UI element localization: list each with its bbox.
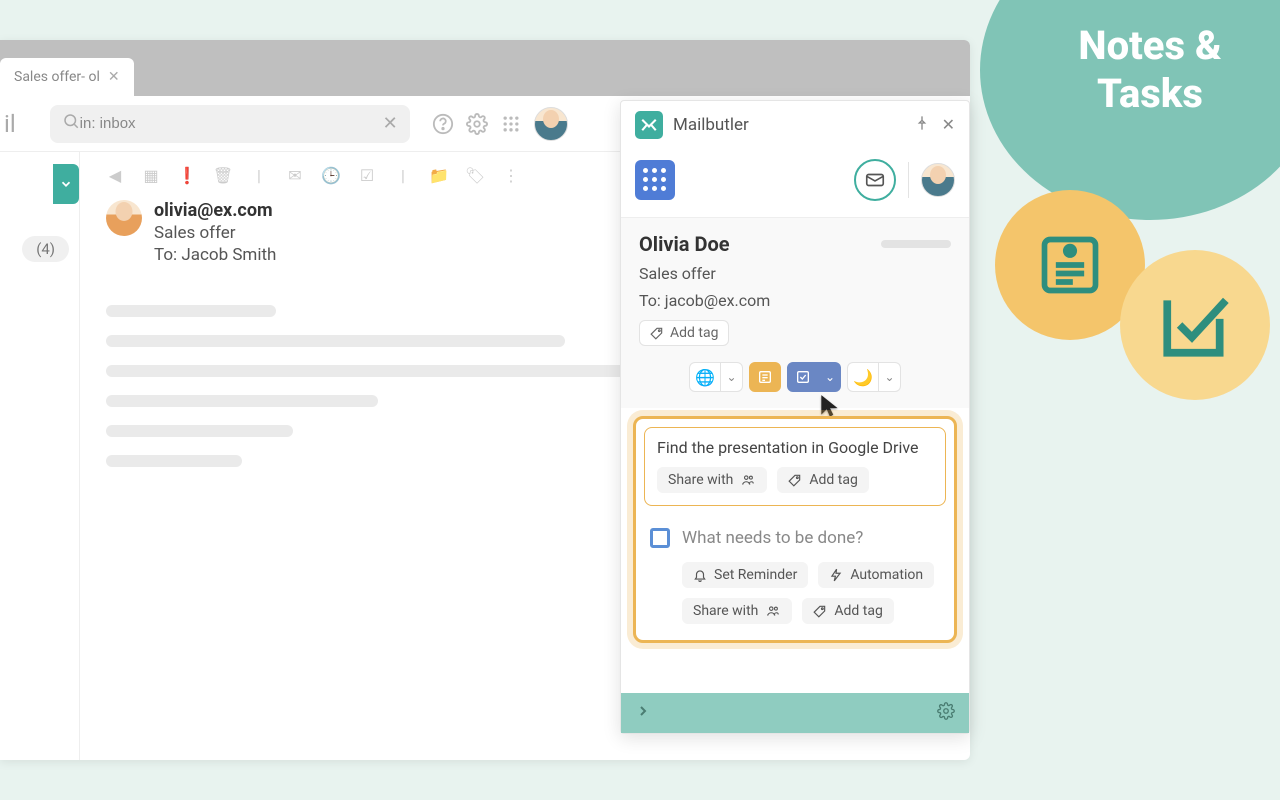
promo-task-icon-blob bbox=[1120, 250, 1270, 400]
search-input[interactable] bbox=[80, 115, 383, 132]
back-icon[interactable]: ◀ bbox=[106, 166, 124, 184]
panel-footer bbox=[621, 693, 969, 733]
compose-mail-icon[interactable] bbox=[854, 159, 896, 201]
task-checkbox[interactable] bbox=[650, 528, 670, 548]
promo-line1: Notes & bbox=[1078, 22, 1221, 70]
notes-action[interactable] bbox=[749, 362, 781, 392]
tab-bar: Sales offer- ol ✕ bbox=[0, 40, 970, 96]
delete-icon[interactable]: 🗑 bbox=[214, 166, 232, 184]
sender-avatar bbox=[106, 200, 142, 236]
mailbutler-panel: Mailbutler ✕ Olivia Doe Sales offer To: … bbox=[620, 100, 970, 734]
mailbutler-logo bbox=[635, 111, 663, 139]
task-box: What needs to be done? Set Reminder Auto… bbox=[636, 514, 954, 640]
pin-icon[interactable] bbox=[914, 115, 930, 135]
divider: | bbox=[394, 166, 412, 184]
automation-button[interactable]: Automation bbox=[818, 562, 934, 588]
action-row: 🌐⌄ ⌄ 🌙⌄ bbox=[639, 362, 951, 392]
tasks-action[interactable] bbox=[787, 362, 819, 392]
apps-grid-icon[interactable] bbox=[500, 113, 522, 135]
tab-title: Sales offer- ol bbox=[14, 69, 100, 85]
snooze-dropdown[interactable]: ⌄ bbox=[879, 362, 901, 392]
close-tab-icon[interactable]: ✕ bbox=[108, 69, 120, 85]
tracking-action[interactable]: 🌐 bbox=[689, 362, 721, 392]
more-icon[interactable]: ⋮ bbox=[502, 166, 520, 184]
notes-tasks-card: Find the presentation in Google Drive Sh… bbox=[633, 416, 957, 643]
note-add-tag-button[interactable]: Add tag bbox=[777, 467, 868, 493]
promo-line2: Tasks bbox=[1097, 70, 1203, 118]
apps-menu-button[interactable] bbox=[635, 160, 675, 200]
add-tag-button[interactable]: Add tag bbox=[639, 320, 729, 346]
user-avatar[interactable] bbox=[534, 107, 568, 141]
left-rail: (4) bbox=[0, 152, 80, 760]
search-box[interactable]: ✕ bbox=[50, 105, 410, 143]
add-to-tasks-icon[interactable]: ☑ bbox=[358, 166, 376, 184]
note-text[interactable]: Find the presentation in Google Drive bbox=[657, 438, 933, 457]
task-share-with-button[interactable]: Share with bbox=[682, 598, 792, 624]
task-add-tag-button[interactable]: Add tag bbox=[802, 598, 893, 624]
contact-subject: Sales offer bbox=[639, 264, 951, 283]
tasks-dropdown[interactable]: ⌄ bbox=[819, 362, 841, 392]
divider: | bbox=[250, 166, 268, 184]
label-icon[interactable]: 🏷 bbox=[466, 166, 484, 184]
mark-unread-icon[interactable]: ✉ bbox=[286, 166, 304, 184]
contact-name: Olivia Doe bbox=[639, 232, 730, 256]
spam-icon[interactable]: ❗ bbox=[178, 166, 196, 184]
compose-button[interactable] bbox=[53, 164, 79, 204]
add-tag-label: Add tag bbox=[670, 325, 718, 341]
search-icon bbox=[62, 112, 80, 135]
set-reminder-button[interactable]: Set Reminder bbox=[682, 562, 808, 588]
archive-icon[interactable]: ▦ bbox=[142, 166, 160, 184]
tracking-dropdown[interactable]: ⌄ bbox=[721, 362, 743, 392]
note-box[interactable]: Find the presentation in Google Drive Sh… bbox=[644, 427, 946, 506]
promo-blob: Notes & Tasks bbox=[980, 0, 1280, 220]
app-label-fragment: il bbox=[4, 110, 16, 138]
inbox-count-badge[interactable]: (4) bbox=[22, 236, 69, 262]
snooze-action[interactable]: 🌙 bbox=[847, 362, 879, 392]
task-input[interactable]: What needs to be done? bbox=[682, 528, 863, 548]
panel-avatar[interactable] bbox=[921, 163, 955, 197]
contact-meta-placeholder bbox=[881, 240, 951, 248]
contact-section: Olivia Doe Sales offer To: jacob@ex.com … bbox=[621, 217, 969, 408]
clear-search-icon[interactable]: ✕ bbox=[383, 113, 398, 134]
divider bbox=[908, 162, 909, 198]
email-to: To: Jacob Smith bbox=[154, 245, 276, 265]
gear-icon[interactable] bbox=[466, 113, 488, 135]
help-icon[interactable] bbox=[432, 113, 454, 135]
panel-subheader bbox=[621, 149, 969, 217]
snooze-icon[interactable]: 🕒 bbox=[322, 166, 340, 184]
settings-icon[interactable] bbox=[937, 702, 955, 724]
contact-to: To: jacob@ex.com bbox=[639, 291, 951, 310]
panel-header: Mailbutler ✕ bbox=[621, 101, 969, 149]
close-icon[interactable]: ✕ bbox=[942, 115, 955, 135]
share-with-button[interactable]: Share with bbox=[657, 467, 767, 493]
browser-tab[interactable]: Sales offer- ol ✕ bbox=[0, 58, 134, 96]
move-icon[interactable]: 📁 bbox=[430, 166, 448, 184]
panel-title: Mailbutler bbox=[673, 115, 904, 135]
expand-icon[interactable] bbox=[635, 703, 651, 723]
